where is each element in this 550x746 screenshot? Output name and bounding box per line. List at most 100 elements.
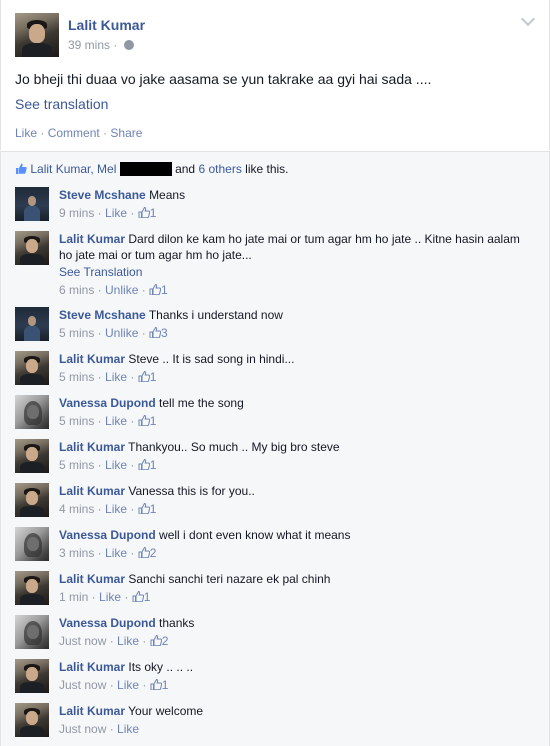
like-count[interactable]: 1 (150, 370, 157, 384)
author-avatar[interactable] (15, 13, 59, 57)
comment-like-link[interactable]: Unlike (105, 283, 138, 297)
comment-time[interactable]: Just now (59, 722, 106, 736)
commenter-avatar[interactable] (15, 395, 49, 429)
comment-time[interactable]: 3 mins (59, 546, 94, 560)
comment-like-link[interactable]: Like (117, 678, 139, 692)
see-translation-link[interactable]: See Translation (59, 264, 529, 280)
comment-time[interactable]: 5 mins (59, 370, 94, 384)
commenter-avatar[interactable] (15, 439, 49, 473)
comment-time[interactable]: 1 min (59, 590, 88, 604)
like-count[interactable]: 1 (162, 678, 169, 692)
see-translation-link[interactable]: See translation (15, 96, 108, 112)
comment-meta: 4 mins · Like · 1 (59, 502, 157, 516)
like-count[interactable]: 3 (161, 326, 168, 340)
comment-line: Lalit Kumar Your welcome (59, 703, 529, 719)
comment-body: Steve Mcshane Thanks i understand now 5 m… (59, 307, 529, 341)
like-count[interactable]: 2 (150, 546, 157, 560)
commenter-avatar[interactable] (15, 231, 49, 265)
comment-meta: Just now · Like · 2 (59, 634, 169, 648)
comment-body: Vanessa Dupond well i dont even know wha… (59, 527, 529, 561)
commenter-name[interactable]: Vanessa Dupond (59, 528, 156, 542)
commenter-avatar[interactable] (15, 703, 49, 737)
comment-like-link[interactable]: Like (105, 414, 127, 428)
comment-like-link[interactable]: Like (117, 722, 139, 736)
like-count[interactable]: 1 (150, 502, 157, 516)
comment-text: Steve .. It is sad song in hindi... (128, 352, 295, 366)
commenter-name[interactable]: Vanessa Dupond (59, 616, 156, 630)
comment-time[interactable]: 5 mins (59, 458, 94, 472)
likers-names[interactable]: Lalit Kumar, Mel (30, 162, 116, 176)
thumbs-up-icon (138, 459, 150, 470)
comment-text: Sanchi sanchi teri nazare ek pal chinh (128, 572, 331, 586)
commenter-name[interactable]: Lalit Kumar (59, 704, 125, 718)
thumbs-up-icon (149, 284, 162, 295)
commenter-name[interactable]: Lalit Kumar (59, 352, 125, 366)
redaction-bar (119, 162, 172, 176)
commenter-avatar[interactable] (15, 571, 49, 605)
comment-time[interactable]: 5 mins (59, 414, 94, 428)
commenter-name[interactable]: Lalit Kumar (59, 484, 125, 498)
comment-line: Lalit Kumar Steve .. It is sad song in h… (59, 351, 529, 367)
comment-line: Lalit Kumar Vanessa this is for you.. (59, 483, 529, 499)
thumbs-up-icon (132, 591, 144, 602)
like-count[interactable]: 1 (150, 414, 157, 428)
chevron-down-icon[interactable] (520, 11, 536, 27)
like-count[interactable]: 2 (162, 634, 169, 648)
comment-body: Vanessa Dupond thanks Just now · Like · 2 (59, 615, 529, 649)
commenter-avatar[interactable] (15, 307, 49, 341)
comment-like-link[interactable]: Like (105, 546, 127, 560)
thumbs-up-icon (149, 327, 162, 338)
commenter-avatar[interactable] (15, 615, 49, 649)
commenter-name[interactable]: Steve Mcshane (59, 188, 146, 202)
comment-time[interactable]: Just now (59, 678, 106, 692)
thumbs-up-icon (138, 371, 150, 382)
comment-like-link[interactable]: Like (105, 502, 127, 516)
commenter-avatar[interactable] (15, 659, 49, 693)
like-count[interactable]: 1 (150, 206, 157, 220)
comment-like-link[interactable]: Like (99, 590, 121, 604)
commenter-name[interactable]: Lalit Kumar (59, 660, 125, 674)
comment-line: Lalit Kumar Its oky .. .. .. (59, 659, 529, 675)
globe-icon[interactable] (123, 40, 134, 50)
comment-text: Vanessa this is for you.. (128, 484, 255, 498)
comment-time[interactable]: 5 mins (59, 326, 94, 340)
commenter-name[interactable]: Vanessa Dupond (59, 396, 156, 410)
like-link[interactable]: Like (15, 126, 37, 140)
commenter-name[interactable]: Lalit Kumar (59, 572, 125, 586)
comment-like-link[interactable]: Like (105, 206, 127, 220)
commenter-name[interactable]: Steve Mcshane (59, 308, 146, 322)
commenter-avatar[interactable] (15, 351, 49, 385)
like-count[interactable]: 1 (150, 458, 157, 472)
comment-like-link[interactable]: Like (105, 370, 127, 384)
comment-like-link[interactable]: Unlike (105, 326, 138, 340)
comment-body: Vanessa Dupond tell me the song 5 mins · … (59, 395, 529, 429)
comment-line: Lalit Kumar Sanchi sanchi teri nazare ek… (59, 571, 529, 587)
comment-link[interactable]: Comment (48, 126, 100, 140)
commenter-name[interactable]: Lalit Kumar (59, 440, 125, 454)
thumbs-up-icon (150, 635, 162, 646)
commenter-name[interactable]: Lalit Kumar (59, 232, 125, 246)
comments-panel: Lalit Kumar, Mel and 6 others like this.… (0, 151, 550, 746)
comment-like-link[interactable]: Like (117, 634, 139, 648)
share-link[interactable]: Share (110, 126, 142, 140)
comment-time[interactable]: 6 mins (59, 283, 94, 297)
comment-like-link[interactable]: Like (105, 458, 127, 472)
like-count[interactable]: 1 (144, 590, 151, 604)
thumbs-up-icon (138, 547, 150, 558)
commenter-avatar[interactable] (15, 527, 49, 561)
comment-time[interactable]: 9 mins (59, 206, 94, 220)
commenter-avatar[interactable] (15, 187, 49, 221)
likers-others-link[interactable]: 6 others (198, 162, 241, 176)
comment-text: tell me the song (159, 396, 244, 410)
comment-time[interactable]: Just now (59, 634, 106, 648)
commenter-avatar[interactable] (15, 483, 49, 517)
comment-body: Lalit Kumar Vanessa this is for you.. 4 m… (59, 483, 529, 517)
comment-body: Lalit Kumar Sanchi sanchi teri nazare ek… (59, 571, 529, 605)
comment-text: Thanks i understand now (148, 308, 283, 322)
comment-time[interactable]: 4 mins (59, 502, 94, 516)
post-time[interactable]: 39 mins (68, 38, 110, 52)
thumbs-up-icon (150, 679, 162, 690)
post-author[interactable]: Lalit Kumar (68, 17, 145, 33)
comment-meta: 3 mins · Like · 2 (59, 546, 157, 560)
like-count[interactable]: 1 (161, 283, 168, 297)
